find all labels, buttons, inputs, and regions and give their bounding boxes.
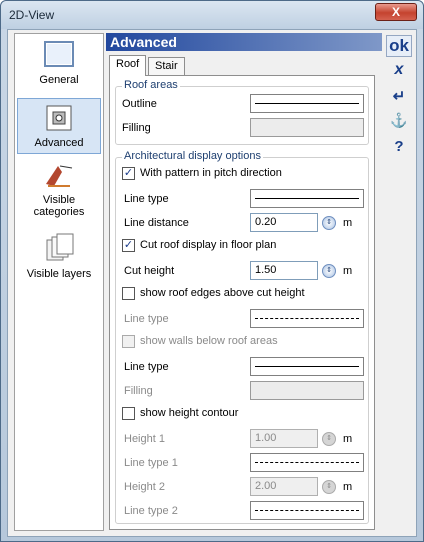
nav-label-visible-categories: Visible categories: [33, 194, 85, 218]
roof-edges-line-type-label: Line type: [124, 313, 169, 325]
nav-item-advanced[interactable]: Advanced: [17, 98, 101, 154]
window-title: 2D-View: [9, 8, 55, 22]
anchor-icon[interactable]: ⚓: [386, 112, 412, 134]
cut-height-unit: m: [343, 265, 353, 277]
filling-select[interactable]: [250, 118, 364, 137]
line-distance-unit: m: [343, 217, 353, 229]
line-type2-select[interactable]: [250, 501, 364, 520]
pitch-pattern-label: With pattern in pitch direction: [140, 167, 282, 179]
line-type-label: Line type: [124, 193, 169, 205]
cancel-button[interactable]: x: [386, 61, 412, 83]
height2-unit: m: [343, 481, 353, 493]
line-distance-input[interactable]: 0.20: [250, 213, 318, 232]
height-contour-checkbox[interactable]: [122, 407, 135, 420]
filling-label: Filling: [122, 122, 151, 134]
cut-roof-checkbox[interactable]: ✓: [122, 239, 135, 252]
height2-spinner[interactable]: ⇕: [322, 480, 336, 494]
visible-categories-icon: [46, 165, 73, 187]
height1-label: Height 1: [124, 433, 165, 445]
roof-edges-label: show roof edges above cut height: [140, 287, 305, 299]
height1-unit: m: [343, 433, 353, 445]
roof-areas-title: Roof areas: [122, 79, 180, 91]
cut-height-spinner[interactable]: ⇕: [322, 264, 336, 278]
tab-stair[interactable]: Stair: [148, 57, 185, 75]
height2-label: Height 2: [124, 481, 165, 493]
nav-label-general: General: [39, 74, 79, 86]
roof-edges-line-type-select[interactable]: [250, 309, 364, 328]
outline-label: Outline: [122, 98, 157, 110]
apply-button[interactable]: ↵: [386, 87, 412, 109]
close-button[interactable]: X: [375, 3, 417, 21]
title-bar[interactable]: 2D-View X: [1, 1, 423, 29]
line-type2-label: Line type 2: [124, 505, 178, 517]
nav-item-visible-layers[interactable]: Visible layers: [17, 232, 101, 288]
walls-below-checkbox[interactable]: [122, 335, 135, 348]
height1-input[interactable]: 1.00: [250, 429, 318, 448]
advanced-icon: [46, 105, 72, 131]
outline-line-type-select[interactable]: [250, 94, 364, 113]
walls-line-type-select[interactable]: [250, 357, 364, 376]
nav-item-general[interactable]: General: [17, 40, 101, 96]
line-type1-select[interactable]: [250, 453, 364, 472]
page-title: Advanced: [106, 33, 382, 51]
tab-roof[interactable]: Roof: [109, 55, 147, 76]
line-type1-label: Line type 1: [124, 457, 178, 469]
cut-roof-label: Cut roof display in floor plan: [140, 239, 277, 251]
general-icon: [44, 41, 74, 67]
height-contour-label: show height contour: [140, 407, 239, 419]
tab-panel-roof: Roof areas Outline Filling Architectural…: [109, 75, 375, 530]
architectural-options-title: Architectural display options: [122, 150, 263, 162]
ok-button[interactable]: ok: [386, 35, 412, 57]
line-distance-spinner[interactable]: ⇕: [322, 216, 336, 230]
cut-height-input[interactable]: 1.50: [250, 261, 318, 280]
visible-layers-icon: [46, 233, 74, 261]
height2-input[interactable]: 2.00: [250, 477, 318, 496]
walls-filling-select[interactable]: [250, 381, 364, 400]
nav-label-advanced: Advanced: [34, 137, 84, 149]
help-button[interactable]: ?: [386, 138, 412, 160]
walls-filling-label: Filling: [124, 385, 153, 397]
cut-height-label: Cut height: [124, 265, 175, 277]
pitch-line-type-select[interactable]: [250, 189, 364, 208]
pitch-pattern-checkbox[interactable]: ✓: [122, 167, 135, 180]
nav-label-visible-layers: Visible layers: [26, 268, 92, 280]
dialog-client: General Advanced Visible categories Visi…: [7, 29, 417, 537]
roof-edges-checkbox[interactable]: [122, 287, 135, 300]
line-distance-label: Line distance: [124, 217, 189, 229]
height1-spinner[interactable]: ⇕: [322, 432, 336, 446]
walls-line-type-label: Line type: [124, 361, 169, 373]
nav-item-visible-categories[interactable]: Visible categories: [17, 160, 101, 226]
category-nav: General Advanced Visible categories Visi…: [14, 33, 104, 531]
walls-below-label: show walls below roof areas: [140, 335, 278, 347]
dialog-window: 2D-View X General Advanced Visible categ…: [0, 0, 424, 542]
